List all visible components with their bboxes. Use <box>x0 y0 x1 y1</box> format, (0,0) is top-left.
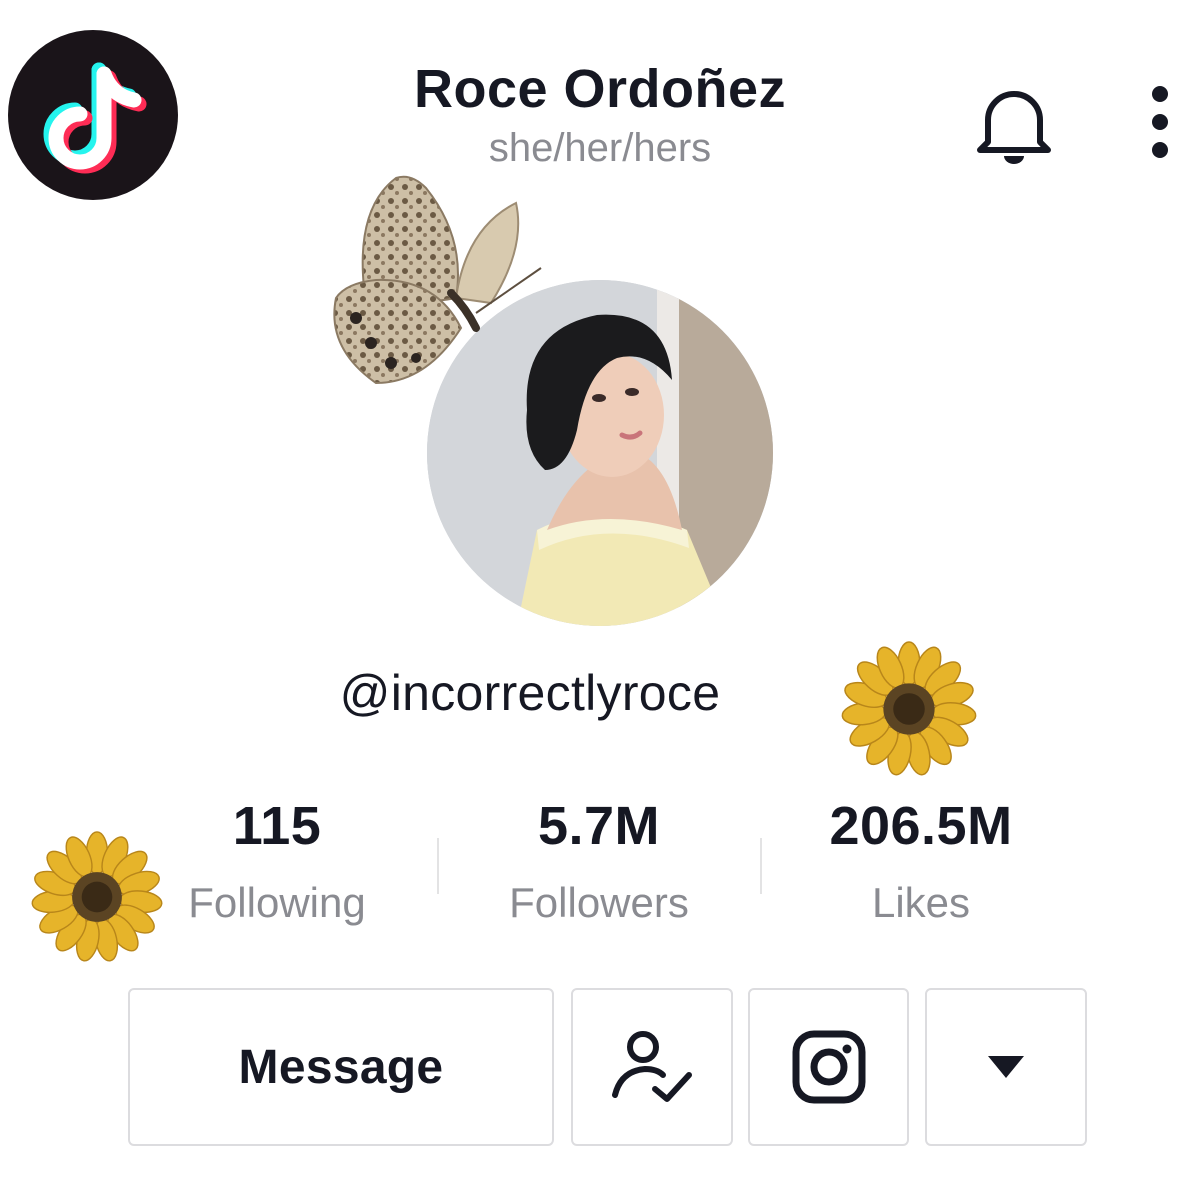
stat-followers-label: Followers <box>509 879 689 926</box>
stat-followers[interactable]: 5.7M Followers <box>449 795 749 927</box>
bell-icon[interactable] <box>970 80 1058 170</box>
following-button[interactable] <box>571 988 733 1146</box>
instagram-icon <box>792 1030 865 1104</box>
caret-down-icon <box>988 1056 1024 1078</box>
instagram-button[interactable] <box>748 988 909 1146</box>
stat-divider <box>760 838 762 894</box>
sunflower-sticker <box>840 640 978 778</box>
profile-username-row: @incorrectlyroce <box>0 664 1200 722</box>
stat-likes-value: 206.5M <box>829 796 1013 856</box>
stat-likes-label: Likes <box>871 879 971 926</box>
stat-likes: 206.5M Likes <box>771 795 1071 927</box>
more-actions-button[interactable] <box>925 988 1087 1146</box>
profile-username: @incorrectlyroce <box>339 665 721 721</box>
stat-following-value: 115 <box>232 796 322 856</box>
stat-following[interactable]: 115 Following <box>127 795 427 927</box>
butterfly-sticker <box>316 168 556 398</box>
stat-divider <box>437 838 439 894</box>
more-options-icon[interactable] <box>1135 78 1185 168</box>
message-button[interactable]: Message <box>128 988 554 1146</box>
stat-followers-value: 5.7M <box>537 796 661 856</box>
user-check-icon <box>612 1031 692 1102</box>
stat-following-label: Following <box>188 879 366 926</box>
